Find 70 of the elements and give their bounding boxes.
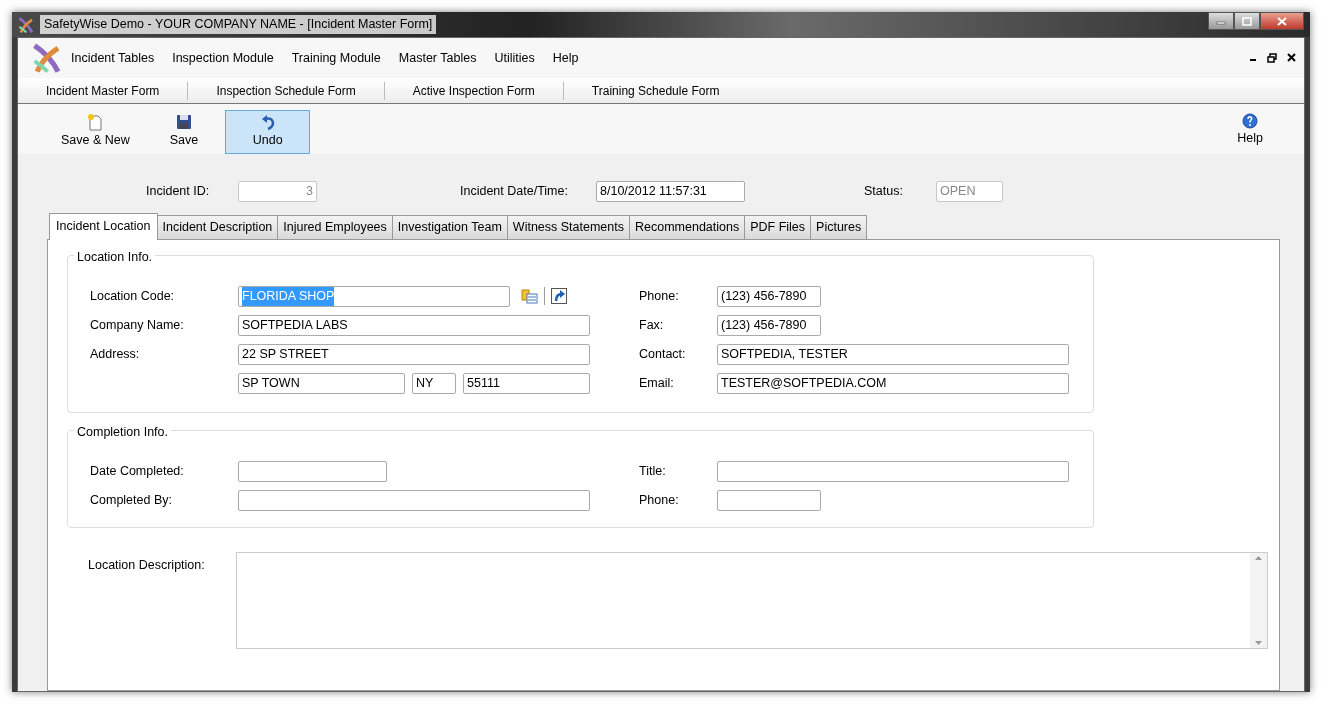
maximize-button[interactable] <box>1234 12 1260 30</box>
form-link[interactable]: Inspection Schedule Form <box>188 81 385 100</box>
input-field[interactable]: (123) 456-7890 <box>717 285 821 307</box>
form-link[interactable]: Training Schedule Form <box>563 81 748 100</box>
tab[interactable]: Pictures <box>810 215 868 239</box>
field-label: Title: <box>639 462 667 480</box>
field-label: Location Description: <box>88 556 206 574</box>
form-link[interactable]: Active Inspection Form <box>384 81 564 100</box>
new-document-icon <box>86 113 105 131</box>
close-button[interactable] <box>1260 12 1304 30</box>
window-title: SafetyWise Demo - YOUR COMPANY NAME - [Incident Master Form] <box>40 15 437 34</box>
toolbar-button[interactable]: Save & New <box>48 110 143 154</box>
field-label: Incident ID: <box>146 182 211 200</box>
field-label: Company Name: <box>90 316 185 334</box>
tab[interactable]: Incident Description <box>156 215 279 239</box>
tab[interactable]: PDF Files <box>744 215 812 239</box>
close-icon <box>1277 16 1287 26</box>
input-field[interactable]: 55111 <box>463 372 590 394</box>
input-field[interactable]: SP TOWN <box>238 372 405 394</box>
lookup-button[interactable] <box>520 287 538 306</box>
field-label: Date Completed: <box>90 462 185 480</box>
restore-button[interactable] <box>1267 53 1277 63</box>
input-field[interactable]: 8/10/2012 11:57:31 <box>596 180 745 202</box>
input-field[interactable]: (123) 456-7890 <box>717 314 821 336</box>
help-icon <box>1242 113 1259 129</box>
field-label: Address: <box>90 345 141 363</box>
field-label: Completed By: <box>90 491 173 509</box>
tab[interactable]: Injured Employees <box>277 215 393 239</box>
open-link-button[interactable] <box>551 288 567 305</box>
tab[interactable]: Investigation Team <box>391 215 508 239</box>
menu-item[interactable]: Help <box>543 48 588 68</box>
folder-list-icon <box>520 287 538 306</box>
app-logo-icon <box>18 16 34 33</box>
field-label: Contact: <box>639 345 687 363</box>
field-label: Fax: <box>639 316 665 334</box>
close-icon <box>1287 53 1296 62</box>
menu-item[interactable]: Utilities <box>485 48 544 68</box>
restore-icon <box>1267 53 1277 63</box>
menu-item[interactable]: Inspection Module <box>163 48 283 68</box>
help-button[interactable]: Help <box>1224 110 1276 152</box>
input-field[interactable]: TESTER@SOFTPEDIA.COM <box>717 372 1069 394</box>
input-field[interactable] <box>238 460 387 482</box>
menu-item[interactable]: Master Tables <box>389 48 486 68</box>
app-logo-icon <box>32 43 62 73</box>
input-field[interactable] <box>717 489 821 511</box>
field-label: Phone: <box>639 287 680 305</box>
form-link[interactable]: Incident Master Form <box>18 81 189 100</box>
input-field[interactable]: 22 SP STREET <box>238 343 590 365</box>
tab[interactable]: Incident Location <box>49 213 158 240</box>
field-label: Location Code: <box>90 287 176 305</box>
input-field[interactable] <box>717 460 1069 482</box>
tab[interactable]: Witness Statements <box>506 215 630 239</box>
scroll-up-icon <box>1255 555 1262 560</box>
input-field[interactable] <box>238 489 590 511</box>
scrollbar[interactable] <box>1250 552 1267 648</box>
field-label: Phone: <box>639 491 680 509</box>
input-field[interactable]: SOFTPEDIA LABS <box>238 314 590 336</box>
input-field[interactable]: SOFTPEDIA, TESTER <box>717 343 1069 365</box>
field-label: Status: <box>864 182 904 200</box>
tab[interactable]: Recommendations <box>629 215 746 239</box>
toolbar-button[interactable]: Save <box>156 110 212 154</box>
field-label: Incident Date/Time: <box>460 182 569 200</box>
input-field[interactable]: NY <box>412 372 456 394</box>
close-button[interactable] <box>1287 53 1296 63</box>
menu-item[interactable]: Training Module <box>282 48 390 68</box>
toolbar-button[interactable]: Undo <box>225 110 311 154</box>
menu-item[interactable]: Incident Tables <box>62 48 164 68</box>
scroll-down-icon <box>1255 640 1262 645</box>
field-label: Email: <box>639 374 675 392</box>
maximize-icon <box>1242 16 1252 26</box>
